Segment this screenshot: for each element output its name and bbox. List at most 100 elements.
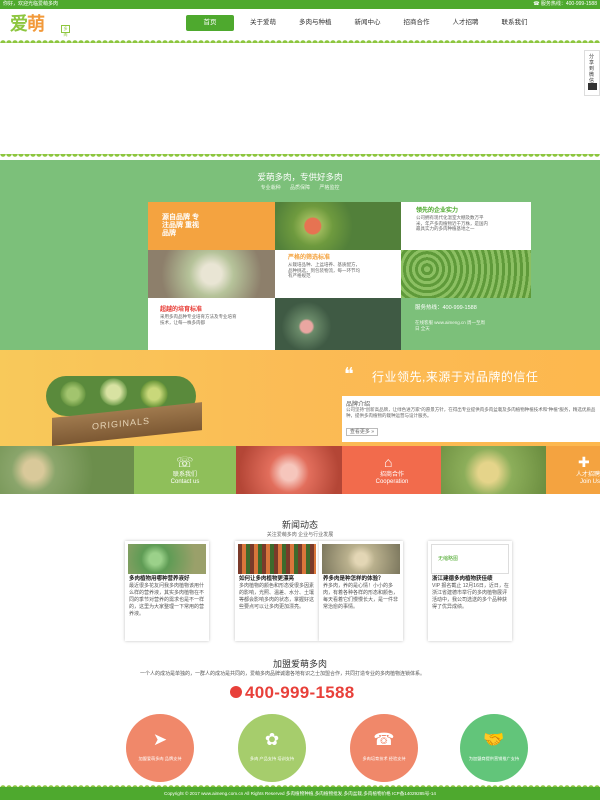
tile-cultivation-text: 采用多肉品种专业培育方法及专业培育技术，让每一株多肉都	[160, 314, 237, 325]
logo-char-b: 萌	[27, 14, 45, 34]
header-wave-divider	[0, 37, 600, 43]
tile-hotline-text: 在线客服 www.aimeng.cn 周一至周日 全天	[415, 320, 486, 331]
nav-about[interactable]: 关于爱萌	[244, 15, 282, 31]
tile-hotline-phone: 服务热线：400-999-1588	[415, 305, 477, 311]
strip-contact-label: 联系我们	[172, 472, 197, 478]
nav-succulents[interactable]: 多肉与种植	[293, 15, 338, 31]
strip-contact[interactable]: ☏ 联系我们 Contact us	[134, 446, 236, 494]
handshake-icon: ⌂	[384, 454, 393, 470]
tile-strength-text: 公司拥有现代化温室大棚及数万平米，年产多肉植物近千万株，是国内最具实力的多肉种植…	[416, 215, 488, 231]
banner-slogan: 行业领先,来源于对品牌的信任	[372, 370, 539, 384]
news-card-2[interactable]: 如何让多肉植物更漂亮 多肉植物的颜色和形态受很多因素的影响，光照、温差、水分、土…	[235, 541, 319, 641]
join-circle-2[interactable]: ✿ 多肉 产品支持 培训支持	[238, 714, 306, 782]
feature-tab-2[interactable]: 品质保障	[290, 185, 310, 191]
strip-contact-label-en: Contact us	[170, 479, 200, 485]
news-card-1[interactable]: 多肉植物用哪种营养液好 最近很多花友问我多肉植物该用什么样的营养液，其实多肉植物…	[125, 541, 209, 641]
join-description: 一个人的成功是单独的，一群人的成功是共同的，爱萌多肉品牌诚邀各地有识之士加盟合作…	[140, 671, 426, 677]
strip-cooperation[interactable]: ⌂ 招商合作 Cooperation	[342, 446, 441, 494]
news-card-2-title: 如何让多肉植物更漂亮	[239, 576, 295, 582]
news-card-2-text: 多肉植物的颜色和形态受很多因素的影响，光照、温差、水分、土壤等都会影响多肉的状态…	[239, 583, 315, 610]
strip-photo-1	[0, 446, 134, 494]
phone-icon: ☏	[176, 454, 194, 470]
news-card-1-title: 多肉植物用哪种营养液好	[129, 576, 190, 582]
join-icon: ✚	[578, 454, 590, 470]
strip-cooperation-label: 招商合作	[379, 472, 404, 478]
join-circle-4[interactable]: 🤝 为加盟商提供营销推广支持	[460, 714, 528, 782]
logo-badge: 多肉	[61, 25, 70, 37]
news-card-4-text: VIP 报名截止 12月16日，近日，在浙江省建德市举行的多肉植物展评活动中，我…	[432, 583, 509, 610]
strip-cooperation-label-en: Cooperation	[375, 479, 409, 485]
news-card-1-text: 最近很多花友问我多肉植物该用什么样的营养液，其实多肉植物在不同的季节对营养的需求…	[129, 583, 205, 617]
flower-icon: ✿	[264, 730, 280, 749]
news-card-4[interactable]: 无缩略图 浙江建德多肉植物获佳绩 VIP 报名截止 12月16日，近日，在浙江省…	[428, 541, 512, 641]
join-circle-3-label: 多肉培育技术 经验支持	[362, 756, 406, 761]
nav-news[interactable]: 新闻中心	[349, 15, 387, 31]
nav-home[interactable]: 首页	[186, 15, 234, 31]
tile-strength-title: 领先的企业实力	[416, 208, 459, 214]
phone-icon: ☎	[373, 730, 395, 749]
crate-label: ORIGINALS	[92, 415, 151, 432]
tile-selection-title: 严格的筛选标准	[288, 255, 331, 261]
news-thumb-4: 无缩略图	[431, 544, 509, 574]
join-phone-number: 400-999-1588	[245, 683, 355, 702]
nav-contact[interactable]: 联系我们	[496, 15, 534, 31]
strip-join-label-en: Join Us	[579, 479, 600, 485]
join-phone: 400-999-1588	[230, 683, 430, 703]
quote-icon: ❝	[344, 364, 354, 384]
news-card-3[interactable]: 养多肉是种怎样的体验？ 养多肉，养的是心情！小小的多肉，有着各种各样的形态和颜色…	[319, 541, 403, 641]
tile-brand-title: 源自品牌 专注品牌 重视品牌	[162, 214, 199, 237]
logo-char-a: 爱	[10, 14, 28, 34]
share-label: 分享到微信	[589, 54, 595, 84]
feature-tab-3[interactable]: 严格监控	[319, 185, 339, 191]
tile-strength: 领先的企业实力 公司拥有现代化温室大棚及数万平米，年产多肉植物近千万株，是国内最…	[401, 202, 531, 250]
news-thumb-4-label: 无缩略图	[438, 556, 459, 562]
tile-selection-text: 从栽培品种、上盆培养、基质配方，品种挑选，到包装物流，每一环节均有严格规范	[288, 262, 360, 278]
strip-photo-2	[236, 446, 342, 494]
join-circle-4-label: 为加盟商提供营销推广支持	[468, 756, 520, 761]
news-card-4-title: 浙江建德多肉植物获佳绩	[432, 576, 493, 582]
handshake-icon: 🤝	[483, 730, 505, 749]
feature-tab-1[interactable]: 专业栽种	[261, 185, 281, 191]
join-circle-1-label: 加盟爱萌多肉 品牌支持	[138, 756, 182, 761]
succulent-crate-image: ORIGINALS	[40, 360, 210, 446]
nav-franchise[interactable]: 招商合作	[398, 15, 436, 31]
logo[interactable]: 爱萌 多肉	[10, 13, 72, 37]
succulent-photo-4	[275, 298, 401, 350]
join-title: 加盟爱萌多肉	[272, 659, 327, 669]
news-thumb-2	[238, 544, 316, 574]
succulent-photo-3	[401, 250, 531, 298]
main-nav: 首页 关于爱萌 多肉与种植 新闻中心 招商合作 人才招聘 联系我们	[186, 15, 545, 31]
brand-more-button[interactable]: 查看更多 »	[346, 428, 378, 436]
news-thumb-3	[322, 544, 400, 574]
news-thumb-1	[128, 544, 206, 574]
feature-tabs: 专业栽种 品质保障 严格监控	[0, 184, 600, 191]
join-circle-2-label: 多肉 产品支持 培训支持	[249, 756, 295, 761]
welcome-text: 你好，欢迎光临爱萌多肉	[3, 1, 59, 7]
send-icon: ➤	[152, 730, 168, 749]
tile-cultivation: 超越的培育标准 采用多肉品种专业培育方法及专业培育技术，让每一株多肉都	[148, 298, 275, 350]
brand-intro-text: 公司坚持"创新高品牌，让绿色进万家"的愿景方针，在得出专业提供肉多肉盆栽及多肉植…	[346, 407, 596, 418]
join-circle-3[interactable]: ☎ 多肉培育技术 经验支持	[350, 714, 418, 782]
succulent-photo-1	[275, 202, 401, 250]
footer: Copyright © 2017 www.aimeng.com.cn All R…	[0, 787, 600, 800]
news-subtitle: 关注爱萌多肉 企业与行业发展	[266, 532, 334, 538]
news-card-3-text: 养多肉，养的是心情！小小的多肉，有着各种各样的形态和颜色，每天看着它们慢慢长大，…	[323, 583, 399, 610]
top-bar: 你好，欢迎光临爱萌多肉 ☎ 服务热线：400-999-1588	[0, 0, 600, 9]
nav-jobs[interactable]: 人才招聘	[447, 15, 485, 31]
news-title: 新闻动态	[281, 520, 318, 530]
join-circle-1[interactable]: ➤ 加盟爱萌多肉 品牌支持	[126, 714, 194, 782]
tile-brand: 源自品牌 专注品牌 重视品牌	[148, 202, 275, 250]
phone-circle-icon	[230, 686, 242, 698]
wechat-icon[interactable]	[588, 83, 597, 90]
strip-join[interactable]: ✚ 人才招聘 Join Us	[546, 446, 600, 494]
contact-strip: ☏ 联系我们 Contact us ⌂ 招商合作 Cooperation ✚ 人…	[0, 446, 600, 494]
hotline-text: ☎ 服务热线：400-999-1588	[533, 1, 597, 7]
strip-photo-3	[441, 446, 546, 494]
tile-selection: 严格的筛选标准 从栽培品种、上盆培养、基质配方，品种挑选，到包装物流，每一环节均…	[275, 250, 401, 298]
strip-join-label: 人才招聘	[575, 472, 600, 478]
tile-cultivation-title: 超越的培育标准	[160, 307, 203, 313]
feature-title: 爱萌多肉，专供好多肉	[257, 172, 343, 182]
news-card-3-title: 养多肉是种怎样的体验？	[323, 576, 384, 582]
share-sidebar[interactable]: 分享到微信	[584, 50, 600, 96]
brand-intro-card: 品牌介绍 公司坚持"创新高品牌，让绿色进万家"的愿景方针，在得出专业提供肉多肉盆…	[342, 396, 600, 442]
